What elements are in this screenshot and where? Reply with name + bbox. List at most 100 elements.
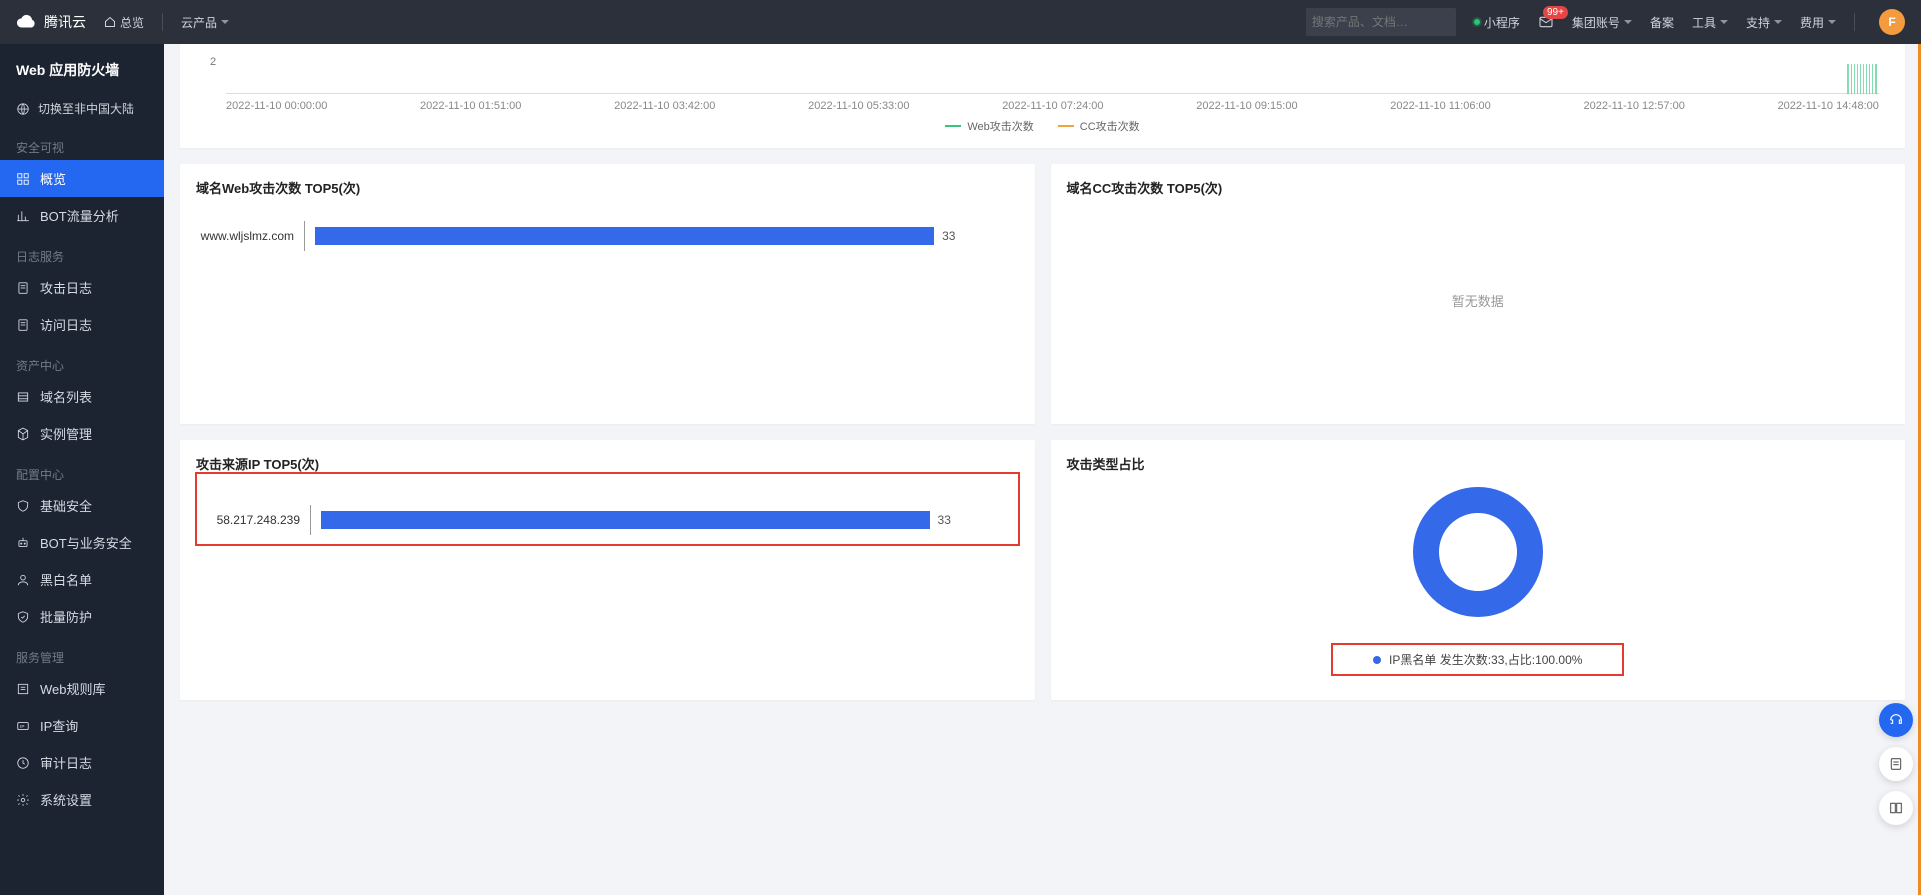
- bar-fill: [321, 511, 930, 529]
- chart-legend: Web攻击次数 CC攻击次数: [196, 118, 1889, 134]
- legend-label: CC攻击次数: [1080, 118, 1140, 134]
- brand-logo[interactable]: 腾讯云: [16, 11, 86, 33]
- nav-group-account[interactable]: 集团账号: [1572, 14, 1632, 31]
- audit-icon: [16, 756, 30, 770]
- nav-overview-label: 总览: [120, 14, 144, 31]
- sidebar-item[interactable]: 基础安全: [0, 487, 164, 524]
- y-axis-label: 2: [210, 56, 216, 68]
- search-input[interactable]: [1312, 15, 1467, 29]
- bar-fill: [315, 227, 934, 245]
- sidebar-section-header: 资产中心: [0, 343, 164, 378]
- support-chat-button[interactable]: [1879, 703, 1913, 737]
- sidebar-item[interactable]: Web规则库: [0, 670, 164, 707]
- sidebar-item-label: BOT与业务安全: [40, 533, 132, 552]
- chevron-down-icon: [1720, 20, 1728, 24]
- chart-icon: [16, 209, 30, 223]
- nav-fees-label: 费用: [1800, 14, 1824, 31]
- sidebar-item[interactable]: IPIP查询: [0, 707, 164, 744]
- sidebar-item-label: 基础安全: [40, 496, 92, 515]
- x-tick: 2022-11-10 03:42:00: [614, 100, 715, 112]
- sidebar-item[interactable]: BOT流量分析: [0, 197, 164, 234]
- gear-icon: [16, 793, 30, 807]
- status-dot-icon: [1474, 19, 1480, 25]
- card-attack-type: 攻击类型占比 IP黑名单 发生次数:33,占比:100.00%: [1051, 440, 1906, 700]
- nav-overview[interactable]: 总览: [104, 14, 144, 31]
- card-title: 攻击来源IP TOP5(次): [196, 454, 1019, 473]
- sidebar-item[interactable]: 审计日志: [0, 744, 164, 781]
- sidebar-item[interactable]: 域名列表: [0, 378, 164, 415]
- doc-icon: [16, 318, 30, 332]
- doc-icon: [16, 281, 30, 295]
- sidebar-item[interactable]: 访问日志: [0, 306, 164, 343]
- sidebar-item-label: 批量防护: [40, 607, 92, 626]
- sidebar-item-label: Web规则库: [40, 679, 106, 698]
- nav-support-label: 支持: [1746, 14, 1770, 31]
- donut-legend-text: IP黑名单 发生次数:33,占比:100.00%: [1389, 651, 1582, 668]
- sidebar-item[interactable]: 概览: [0, 160, 164, 197]
- sidebar-title: Web 应用防火墙: [0, 44, 164, 92]
- highlight-box: 58.217.248.239 33: [196, 473, 1019, 545]
- cube-icon: [16, 427, 30, 441]
- bar-value: 33: [938, 513, 951, 527]
- sidebar-item-label: 域名列表: [40, 387, 92, 406]
- nav-fees[interactable]: 费用: [1800, 14, 1836, 31]
- docs-button[interactable]: [1879, 747, 1913, 781]
- x-tick: 2022-11-10 05:33:00: [808, 100, 909, 112]
- attack-trend-chart: 2 2022-11-10 00:00:002022-11-10 01:51:00…: [196, 58, 1889, 114]
- rules-icon: [16, 682, 30, 696]
- shield2-icon: [16, 610, 30, 624]
- nav-support[interactable]: 支持: [1746, 14, 1782, 31]
- sidebar-item-label: 黑白名单: [40, 570, 92, 589]
- sidebar-item[interactable]: 系统设置: [0, 781, 164, 818]
- nav-cloud-products[interactable]: 云产品: [181, 14, 229, 31]
- grid-icon: [16, 172, 30, 186]
- chevron-down-icon: [1624, 20, 1632, 24]
- legend-swatch-icon: [1373, 656, 1381, 664]
- user-avatar[interactable]: F: [1879, 9, 1905, 35]
- legend-swatch-icon: [945, 125, 961, 127]
- legend-swatch-icon: [1058, 125, 1074, 127]
- legend-label: Web攻击次数: [967, 118, 1033, 134]
- book-icon: [1888, 800, 1904, 816]
- nav-miniprogram-label: 小程序: [1484, 14, 1520, 31]
- card-top-web-domains: 域名Web攻击次数 TOP5(次) www.wljslmz.com 33: [180, 164, 1035, 424]
- guide-button[interactable]: [1879, 791, 1913, 825]
- card-title: 域名CC攻击次数 TOP5(次): [1067, 178, 1890, 197]
- chevron-down-icon: [1828, 20, 1836, 24]
- empty-state: 暂无数据: [1067, 197, 1890, 404]
- legend-item[interactable]: CC攻击次数: [1058, 118, 1140, 134]
- sidebar-item[interactable]: 攻击日志: [0, 269, 164, 306]
- sidebar-switch-region-label: 切换至非中国大陆: [38, 100, 134, 117]
- nav-miniprogram[interactable]: 小程序: [1474, 14, 1520, 31]
- global-search[interactable]: [1306, 8, 1456, 36]
- nav-messages[interactable]: 99+: [1538, 14, 1554, 30]
- axis-line: [310, 505, 311, 535]
- robot-icon: [16, 536, 30, 550]
- svg-text:IP: IP: [20, 723, 24, 728]
- sidebar-item-label: 攻击日志: [40, 278, 92, 297]
- headset-icon: [1888, 712, 1904, 728]
- divider: [162, 13, 163, 31]
- bar-row: www.wljslmz.com 33: [196, 221, 1019, 251]
- sidebar-section-header: 日志服务: [0, 234, 164, 269]
- sidebar-item-label: BOT流量分析: [40, 206, 119, 225]
- list-icon: [16, 390, 30, 404]
- chart-spike-icon: [1847, 64, 1877, 94]
- donut-chart: [1413, 487, 1543, 617]
- cloud-icon: [16, 11, 38, 33]
- sidebar-item-label: 实例管理: [40, 424, 92, 443]
- nav-tools[interactable]: 工具: [1692, 14, 1728, 31]
- floating-tools: [1879, 703, 1913, 825]
- sidebar-switch-region[interactable]: 切换至非中国大陆: [0, 92, 164, 125]
- sidebar-item[interactable]: BOT与业务安全: [0, 524, 164, 561]
- legend-item[interactable]: Web攻击次数: [945, 118, 1033, 134]
- sidebar-section-header: 服务管理: [0, 635, 164, 670]
- nav-tools-label: 工具: [1692, 14, 1716, 31]
- sidebar-item[interactable]: 批量防护: [0, 598, 164, 635]
- sidebar-item[interactable]: 实例管理: [0, 415, 164, 452]
- sidebar-item[interactable]: 黑白名单: [0, 561, 164, 598]
- chevron-down-icon: [221, 20, 229, 24]
- brand-text: 腾讯云: [44, 12, 86, 32]
- bar-value: 33: [942, 229, 955, 243]
- nav-beian[interactable]: 备案: [1650, 14, 1674, 31]
